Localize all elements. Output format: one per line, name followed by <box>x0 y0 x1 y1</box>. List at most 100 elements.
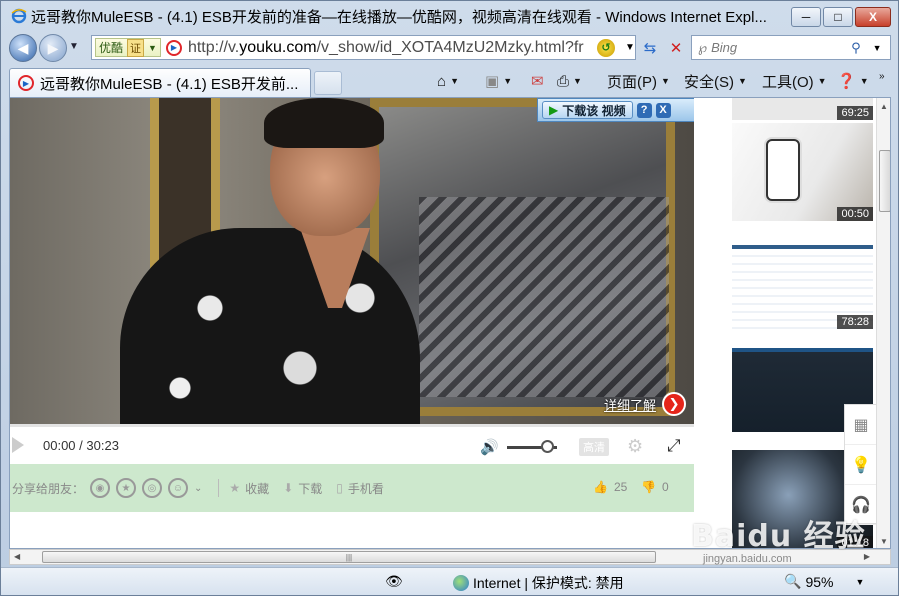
download-close-button[interactable]: X <box>655 102 671 118</box>
learn-more-link[interactable]: 详细了解 ❯ <box>604 392 687 416</box>
scroll-up-icon[interactable]: ▲ <box>880 102 888 111</box>
bing-logo-icon: ℘ <box>698 39 708 55</box>
close-window-button[interactable]: X <box>855 7 891 27</box>
chevron-down-icon: ▼ <box>450 76 459 86</box>
minimize-button[interactable]: ─ <box>791 7 821 27</box>
page-content: ▶ 下载该 视频 ? X 详细了解 ❯ 00:00 / 30:23 🔊 高清 ⚙ … <box>9 97 891 549</box>
favorite-button[interactable]: ★ 收藏 <box>229 480 269 497</box>
search-icon[interactable]: ⚲ <box>851 40 861 56</box>
help-icon: ❓ <box>837 73 856 90</box>
refresh-button[interactable]: ⇆ <box>639 37 661 59</box>
learn-more-label[interactable]: 详细了解 <box>604 395 656 414</box>
volume-knob[interactable] <box>541 440 554 453</box>
watermark-url: jingyan.baidu.com <box>703 553 792 565</box>
player-controls: 00:00 / 30:23 🔊 高清 ⚙ ⤢ <box>10 424 694 464</box>
quality-button[interactable]: 高清 <box>579 438 609 456</box>
qr-code-icon[interactable]: ▦ <box>845 405 877 445</box>
qq-icon[interactable]: ☺ <box>168 478 189 498</box>
scroll-left-icon[interactable]: ◀ <box>14 552 20 561</box>
page-menu-label: 页面(P) <box>607 73 657 91</box>
new-tab-button[interactable] <box>314 71 342 95</box>
print-button[interactable]: ⎙ ▼ <box>557 70 582 92</box>
share-bar: 分享给朋友： ◉ ★ ◎ ☺ ⌄ ★ 收藏 ⬇ 下载 ▯ 手机看 👍 25 👎 0 <box>10 464 694 512</box>
chevron-down-icon: ▼ <box>855 576 865 587</box>
security-zone[interactable]: Internet | 保护模式: 禁用 <box>453 573 624 593</box>
home-button[interactable]: ⌂ ▼ <box>437 70 459 92</box>
forward-arrow-icon: ▶ <box>47 39 59 56</box>
chevron-down-icon[interactable]: ⌄ <box>194 483 202 494</box>
tools-menu[interactable]: 工具(O) ▼ <box>762 70 827 92</box>
vertical-scroll-thumb[interactable] <box>879 150 890 212</box>
gear-icon[interactable]: ⚙ <box>627 436 643 457</box>
address-dropdown-icon[interactable]: ▼ <box>625 42 635 53</box>
page-menu[interactable]: 页面(P) ▼ <box>607 70 670 92</box>
more-commands-icon[interactable]: » <box>879 65 885 87</box>
dislike-button[interactable]: 👎 0 <box>641 480 669 494</box>
stop-button[interactable]: ✕ <box>665 37 687 59</box>
qzone-star-icon[interactable]: ★ <box>116 478 137 498</box>
wechat-icon[interactable]: ◉ <box>90 478 111 498</box>
volume-icon[interactable]: 🔊 <box>480 438 499 456</box>
play-button[interactable] <box>12 437 24 453</box>
search-box[interactable]: ℘ Bing ⚲ ▼ <box>691 35 891 60</box>
chevron-down-icon: ▼ <box>738 76 747 86</box>
zoom-control[interactable]: 🔍 95% ▼ <box>784 573 864 590</box>
video-player[interactable]: ▶ 下载该 视频 ? X 详细了解 ❯ <box>10 98 694 424</box>
tab-row: ▶ 远哥教你MuleESB - (4.1) ESB开发前... ⌂ ▼ ▣ ▼ ✉ … <box>1 65 898 97</box>
globe-icon <box>453 575 469 591</box>
chevron-down-icon: ▼ <box>148 42 157 53</box>
mobile-watch-button[interactable]: ▯ 手机看 <box>336 480 384 497</box>
certificate-badge: 证 <box>127 38 145 57</box>
read-mail-button[interactable]: ✉ <box>531 70 544 92</box>
download-video-button[interactable]: ▶ 下载该 视频 <box>542 101 633 119</box>
safety-menu[interactable]: 安全(S) ▼ <box>684 70 747 92</box>
site-identity-badge[interactable]: 优酷 证 ▼ <box>95 38 161 57</box>
history-dropdown-icon[interactable]: ▼ <box>69 41 79 52</box>
download-button[interactable]: ⬇ 下载 <box>283 480 322 497</box>
back-button[interactable]: ◀ <box>9 34 37 62</box>
scroll-down-icon[interactable]: ▼ <box>880 537 888 546</box>
maximize-button[interactable]: □ <box>823 7 853 27</box>
window-title: 远哥教你MuleESB - (4.1) ESB开发前的准备—在线播放—优酷网，视… <box>31 8 767 26</box>
stop-icon: ✕ <box>669 40 683 57</box>
search-input[interactable]: Bing <box>711 40 851 55</box>
youku-favicon-icon: ▶ <box>165 39 182 56</box>
person-hair <box>264 98 384 148</box>
video-thumbnail[interactable]: 69:25 <box>732 98 873 120</box>
video-duration: 78:28 <box>837 315 873 329</box>
mail-icon: ✉ <box>531 73 544 90</box>
weibo-icon[interactable]: ◎ <box>142 478 163 498</box>
privacy-icon[interactable]: 👁 <box>385 573 403 590</box>
video-thumbnail[interactable]: 78:28 <box>732 245 873 329</box>
download-help-button[interactable]: ? <box>636 102 652 118</box>
chevron-down-icon: ▼ <box>817 76 827 86</box>
divider <box>218 479 220 497</box>
video-duration: 00:50 <box>837 207 873 221</box>
help-menu[interactable]: ❓ ▼ <box>837 70 869 92</box>
like-button[interactable]: 👍 25 <box>593 480 627 494</box>
download-video-bar: ▶ 下载该 视频 ? X <box>537 98 694 122</box>
youku-favicon-icon: ▶ <box>18 75 34 91</box>
vertical-scrollbar[interactable]: ▲ ▼ <box>876 98 890 548</box>
url-text[interactable]: http://v.youku.com/v_show/id_XOTA4MzU2Mz… <box>188 39 593 57</box>
tools-menu-label: 工具(O) <box>762 73 814 91</box>
video-thumbnail[interactable]: 00:50 <box>732 123 873 221</box>
safety-menu-label: 安全(S) <box>684 73 734 91</box>
video-duration: 69:25 <box>837 106 873 120</box>
search-dropdown-icon[interactable]: ▼ <box>873 43 882 53</box>
forward-button[interactable]: ▶ <box>39 34 67 62</box>
arrow-right-icon[interactable]: ❯ <box>662 392 687 416</box>
lightbulb-icon[interactable]: 💡 <box>845 445 877 485</box>
time-display: 00:00 / 30:23 <box>43 438 119 453</box>
home-icon: ⌂ <box>437 72 447 90</box>
address-bar[interactable]: 优酷 证 ▼ ▶ http://v.youku.com/v_show/id_XO… <box>91 35 636 60</box>
play-icon: ▶ <box>549 103 559 117</box>
tab-current[interactable]: ▶ 远哥教你MuleESB - (4.1) ESB开发前... <box>9 68 311 97</box>
share-label: 分享给朋友： <box>12 481 85 496</box>
thumbs-up-icon: 👍 <box>593 480 608 494</box>
browser-window: 远哥教你MuleESB - (4.1) ESB开发前的准备—在线播放—优酷网，视… <box>0 0 899 596</box>
compatibility-view-icon[interactable]: ↺ <box>596 38 615 57</box>
fullscreen-icon[interactable]: ⤢ <box>667 436 681 456</box>
horizontal-scroll-thumb[interactable]: ||| <box>42 551 656 563</box>
feeds-button[interactable]: ▣ ▼ <box>485 70 512 92</box>
